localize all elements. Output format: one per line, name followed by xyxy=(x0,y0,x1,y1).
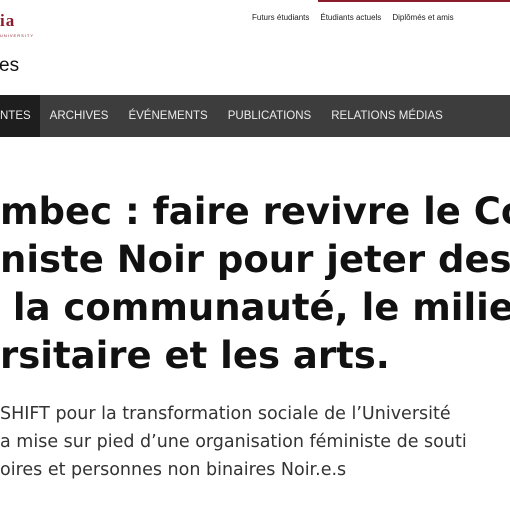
headline-line: la communauté, le milieu xyxy=(0,286,510,329)
logo-text: ia xyxy=(0,11,16,30)
article-lede: SHIFT pour la transformation sociale de … xyxy=(0,400,510,484)
lede-line: SHIFT pour la transformation sociale de … xyxy=(0,404,451,424)
page: ia UNIVERSITY Futurs étudiants Étudiants… xyxy=(0,0,510,510)
nav-item-publications[interactable]: PUBLICATIONS xyxy=(218,95,322,137)
headline-line: niste Noir pour jeter des po xyxy=(0,238,510,281)
utility-nav: Futurs étudiants Étudiants actuels Diplô… xyxy=(252,13,454,22)
headline-line: rsitaire et les arts. xyxy=(0,334,390,377)
nav-item-media-relations[interactable]: RELATIONS MÉDIAS xyxy=(321,95,453,137)
article-headline: mbec : faire revivre le Collec niste Noi… xyxy=(0,188,510,380)
headline-line: mbec : faire revivre le Collec xyxy=(0,190,510,233)
lede-line: a mise sur pied d’une organisation fémin… xyxy=(0,432,467,452)
util-link-prospective-students[interactable]: Futurs étudiants xyxy=(252,13,309,22)
nav-item-archives[interactable]: ARCHIVES xyxy=(40,95,119,137)
section-title[interactable]: es xyxy=(0,55,19,77)
logo-subtext: UNIVERSITY xyxy=(0,33,35,38)
lede-line: oires et personnes non binaires Noir.e.s xyxy=(0,460,347,480)
nav-item-recent[interactable]: NTES xyxy=(0,95,40,137)
main-nav: NTES ARCHIVES ÉVÉNEMENTS PUBLICATIONS RE… xyxy=(0,95,510,137)
util-link-current-students[interactable]: Étudiants actuels xyxy=(320,13,381,22)
util-link-alumni-friends[interactable]: Diplômés et amis xyxy=(392,13,453,22)
nav-item-events[interactable]: ÉVÉNEMENTS xyxy=(118,95,217,137)
top-accent-bar xyxy=(318,0,510,2)
